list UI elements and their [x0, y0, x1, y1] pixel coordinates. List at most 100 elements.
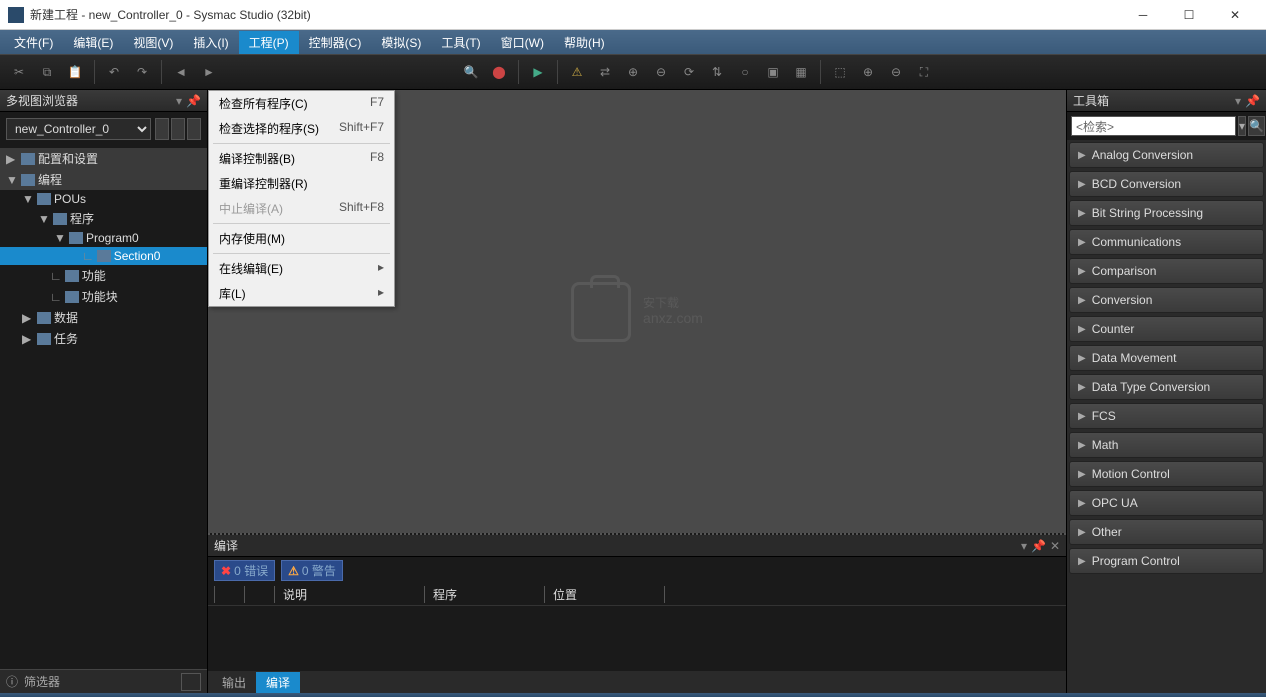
- grid-button[interactable]: ▦: [788, 59, 814, 85]
- toolbox-category[interactable]: ▶Counter: [1069, 316, 1264, 342]
- controller-select[interactable]: new_Controller_0: [6, 118, 151, 140]
- toolbox-category[interactable]: ▶Communications: [1069, 229, 1264, 255]
- tree-item[interactable]: ▶数据: [0, 307, 207, 328]
- run-button[interactable]: ▶: [525, 59, 551, 85]
- menu-1[interactable]: 编辑(E): [63, 31, 123, 54]
- menu-4[interactable]: 工程(P): [239, 31, 299, 54]
- compile-title: 编译: [214, 537, 1017, 554]
- menu-item[interactable]: 库(L)▸: [209, 281, 394, 306]
- pin-icon[interactable]: 📌: [1031, 539, 1046, 553]
- project-tree[interactable]: ▶配置和设置▼编程▼POUs▼程序▼Program0∟ Section0∟ 功能…: [0, 146, 207, 669]
- toolbox-category[interactable]: ▶Analog Conversion: [1069, 142, 1264, 168]
- zoom-out-button[interactable]: ⊖: [883, 59, 909, 85]
- toolbox-title: 工具箱: [1073, 92, 1231, 109]
- undo-button[interactable]: ↶: [101, 59, 127, 85]
- filter-bar: ⓘ 筛选器: [0, 669, 207, 693]
- dropdown-icon[interactable]: ▾: [1235, 94, 1241, 108]
- toolbox-search[interactable]: [1071, 116, 1236, 136]
- toolbox-category[interactable]: ▶Math: [1069, 432, 1264, 458]
- menu-item[interactable]: 在线编辑(E)▸: [209, 256, 394, 281]
- output-tab[interactable]: 编译: [256, 672, 300, 693]
- filter-button[interactable]: [181, 673, 201, 691]
- errors-badge[interactable]: ✖0 错误: [214, 560, 275, 581]
- stop-button[interactable]: ⬤: [486, 59, 512, 85]
- crop-button[interactable]: ⬚: [827, 59, 853, 85]
- sidebar-left: 多视图浏览器 ▾ 📌 new_Controller_0 ▶配置和设置▼编程▼PO…: [0, 90, 208, 693]
- tree-item[interactable]: ∟ Section0: [0, 247, 207, 265]
- tree-item[interactable]: ▶配置和设置: [0, 148, 207, 169]
- output-tab[interactable]: 输出: [212, 672, 256, 693]
- menu-3[interactable]: 插入(I): [183, 31, 238, 54]
- tree-item[interactable]: ▶任务: [0, 328, 207, 349]
- menu-9[interactable]: 帮助(H): [554, 31, 615, 54]
- search-button[interactable]: 🔍: [458, 59, 484, 85]
- menu-6[interactable]: 模拟(S): [371, 31, 431, 54]
- menu-7[interactable]: 工具(T): [431, 31, 490, 54]
- project-menu-dropdown: 检查所有程序(C)F7检查选择的程序(S)Shift+F7 编译控制器(B)F8重…: [208, 90, 395, 307]
- menu-item[interactable]: 编译控制器(B)F8: [209, 146, 394, 171]
- toolbox-category[interactable]: ▶FCS: [1069, 403, 1264, 429]
- app-icon: [8, 7, 24, 23]
- toolbar: ✂ ⧉ 📋 ↶ ↷ ◄ ► 🔍 ⬤ ▶ ⚠ ⇄ ⊕ ⊖ ⟳ ⇅ ○ ▣ ▦ ⬚ …: [0, 54, 1266, 90]
- back-button[interactable]: ◄: [168, 59, 194, 85]
- output-tabs: 输出编译: [208, 671, 1066, 693]
- tree-item[interactable]: ▼POUs: [0, 190, 207, 208]
- link1-button[interactable]: ⊕: [620, 59, 646, 85]
- cut-button[interactable]: ✂: [6, 59, 32, 85]
- tree-item[interactable]: ▼Program0: [0, 229, 207, 247]
- menu-item[interactable]: 检查选择的程序(S)Shift+F7: [209, 116, 394, 141]
- pin-icon[interactable]: 📌: [1245, 94, 1260, 108]
- copy-button[interactable]: ⧉: [34, 59, 60, 85]
- toolbox-category[interactable]: ▶Data Type Conversion: [1069, 374, 1264, 400]
- toolbox-category[interactable]: ▶Motion Control: [1069, 461, 1264, 487]
- menu-2[interactable]: 视图(V): [123, 31, 183, 54]
- search-dropdown-button[interactable]: ▾: [1238, 116, 1246, 136]
- statusbar: [0, 693, 1266, 697]
- online-button[interactable]: ⇄: [592, 59, 618, 85]
- cycle-button[interactable]: ○: [732, 59, 758, 85]
- module-button[interactable]: ▣: [760, 59, 786, 85]
- toolbox-category[interactable]: ▶Bit String Processing: [1069, 200, 1264, 226]
- link2-button[interactable]: ⊖: [648, 59, 674, 85]
- zoom-in-button[interactable]: ⊕: [855, 59, 881, 85]
- menu-8[interactable]: 窗口(W): [491, 31, 554, 54]
- menu-item[interactable]: 内存使用(M): [209, 226, 394, 251]
- explorer-header: 多视图浏览器 ▾ 📌: [0, 90, 207, 112]
- titlebar: 新建工程 - new_Controller_0 - Sysmac Studio …: [0, 0, 1266, 30]
- transfer-button[interactable]: ⇅: [704, 59, 730, 85]
- close-panel-icon[interactable]: ✕: [1050, 539, 1060, 553]
- menu-0[interactable]: 文件(F): [4, 31, 63, 54]
- dropdown-icon[interactable]: ▾: [176, 94, 182, 108]
- sync-button[interactable]: ⟳: [676, 59, 702, 85]
- menu-item: 中止编译(A)Shift+F8: [209, 196, 394, 221]
- menu-item[interactable]: 检查所有程序(C)F7: [209, 91, 394, 116]
- search-go-button[interactable]: 🔍: [1248, 116, 1265, 136]
- fit-button[interactable]: ⛶: [911, 59, 937, 85]
- menu-item[interactable]: 重编译控制器(R): [209, 171, 394, 196]
- close-button[interactable]: ✕: [1212, 0, 1258, 30]
- toolbox-category[interactable]: ▶Data Movement: [1069, 345, 1264, 371]
- minimize-button[interactable]: ─: [1120, 0, 1166, 30]
- toolbox-category[interactable]: ▶OPC UA: [1069, 490, 1264, 516]
- tree-item[interactable]: ∟ 功能块: [0, 286, 207, 307]
- warnings-badge[interactable]: ⚠0 警告: [281, 560, 343, 581]
- menu-5[interactable]: 控制器(C): [299, 31, 372, 54]
- filter-label: 筛选器: [24, 673, 60, 690]
- maximize-button[interactable]: ☐: [1166, 0, 1212, 30]
- dropdown-icon[interactable]: ▾: [1021, 539, 1027, 553]
- controller-selector-row: new_Controller_0: [0, 112, 207, 146]
- warning-button[interactable]: ⚠: [564, 59, 590, 85]
- redo-button[interactable]: ↷: [129, 59, 155, 85]
- paste-button[interactable]: 📋: [62, 59, 88, 85]
- toolbox-category[interactable]: ▶Other: [1069, 519, 1264, 545]
- toolbox-category[interactable]: ▶Conversion: [1069, 287, 1264, 313]
- pin-icon[interactable]: 📌: [186, 94, 201, 108]
- toolbox-category[interactable]: ▶BCD Conversion: [1069, 171, 1264, 197]
- tree-item[interactable]: ∟ 功能: [0, 265, 207, 286]
- toolbox-category[interactable]: ▶Comparison: [1069, 258, 1264, 284]
- tree-item[interactable]: ▼编程: [0, 169, 207, 190]
- toolbox-category[interactable]: ▶Program Control: [1069, 548, 1264, 574]
- tree-item[interactable]: ▼程序: [0, 208, 207, 229]
- window-title: 新建工程 - new_Controller_0 - Sysmac Studio …: [30, 6, 1120, 23]
- forward-button[interactable]: ►: [196, 59, 222, 85]
